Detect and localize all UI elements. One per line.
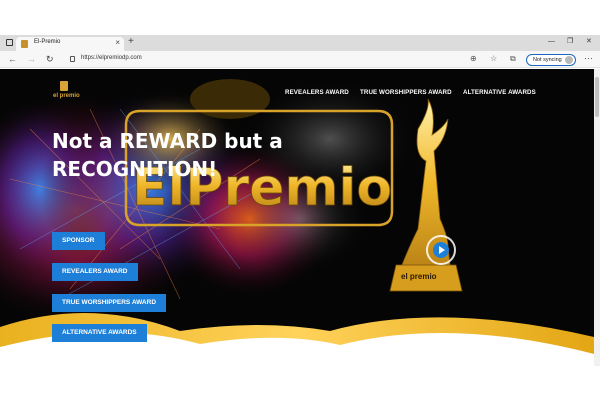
favicon-icon [21,40,28,48]
revealers-award-button[interactable]: REVEALERS AWARD [52,263,138,281]
close-window-button[interactable]: ✕ [586,37,592,47]
logo-text: el premio [53,93,80,99]
url-field[interactable]: https://elpremiodp.com [66,53,456,66]
lock-icon[interactable] [70,56,75,62]
address-bar: ← → ↻ https://elpremiodp.com ⊕ ☆ ⧉ Not s… [0,51,600,68]
tab-close-icon[interactable]: × [115,38,120,48]
nav-alternative-awards[interactable]: ALTERNATIVE AWARDS [463,89,536,96]
collections-icon[interactable]: ⧉ [510,54,516,64]
scrollbar-thumb[interactable] [595,77,599,117]
new-tab-button[interactable]: + [128,36,134,48]
play-button-circle [433,242,449,258]
hero-headline: Not a REWARD but a RECOGNITION! [52,129,283,181]
trophy-logo-icon [60,81,68,91]
tab-title: El-Premio [34,39,61,45]
forward-icon[interactable]: → [27,54,36,64]
browser-window: El-Premio × + — ❐ ✕ ← → ↻ https://elprem… [0,35,600,366]
profile-sync-button[interactable]: Not syncing [526,54,576,66]
page-scrollbar[interactable] [594,69,600,366]
browser-tab[interactable]: El-Premio × [16,37,124,51]
menu-icon[interactable]: ··· [584,53,593,63]
tab-bar: El-Premio × + — ❐ ✕ [0,35,600,51]
nav-revealers-award[interactable]: REVEALERS AWARD [285,89,349,96]
alternative-awards-button[interactable]: ALTERNATIVE AWARDS [52,324,147,342]
tab-actions-icon[interactable] [6,39,13,46]
sync-label: Not syncing [533,57,562,63]
hero-background: ElPremio el premio [0,69,594,366]
back-icon[interactable]: ← [8,54,17,64]
minimize-button[interactable]: — [548,37,555,47]
url-text[interactable]: https://elpremiodp.com [81,55,142,61]
site-logo[interactable]: el premio [53,81,80,103]
restore-button[interactable]: ❐ [567,37,573,47]
favorites-icon[interactable]: ☆ [490,54,497,64]
play-video-button[interactable] [426,235,456,265]
web-page: ElPremio el premio el premio REVEALERS A… [0,69,594,366]
trophy-label: el premio [401,272,437,281]
refresh-icon[interactable]: ↻ [46,54,54,64]
nav-true-worshippers-award[interactable]: TRUE WORSHIPPERS AWARD [360,89,452,96]
true-worshippers-award-button[interactable]: TRUE WORSHIPPERS AWARD [52,294,167,312]
add-page-icon[interactable]: ⊕ [470,54,477,64]
avatar-icon [565,56,573,64]
sponsor-button[interactable]: SPONSOR [52,232,105,250]
play-icon [439,246,445,254]
